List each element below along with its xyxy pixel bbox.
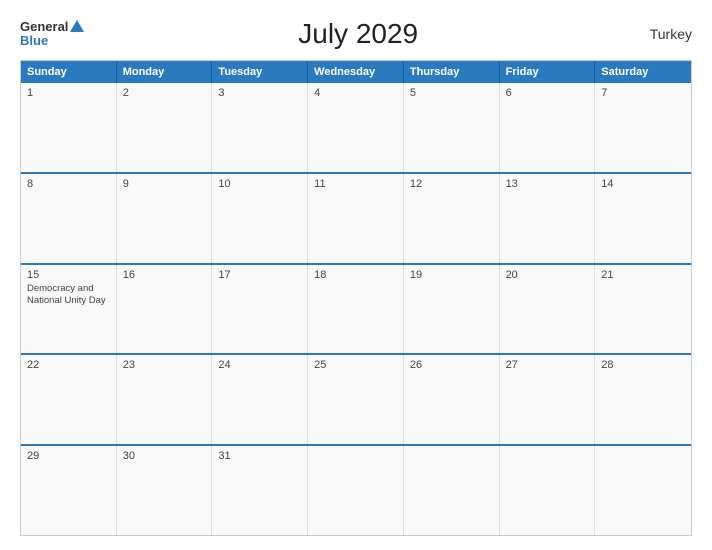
- day-number: 14: [601, 178, 685, 190]
- day-number: 29: [27, 450, 110, 462]
- day-cell-w3-d2[interactable]: 16: [117, 265, 213, 354]
- day-number: 31: [218, 450, 301, 462]
- logo-block: General Blue: [20, 20, 84, 49]
- day-cell-w2-d1[interactable]: 8: [21, 174, 117, 263]
- day-cell-w4-d6[interactable]: 27: [500, 355, 596, 444]
- day-cell-w3-d1[interactable]: 15 Democracy and National Unity Day: [21, 265, 117, 354]
- day-number: 5: [410, 87, 493, 99]
- day-number: 7: [601, 87, 685, 99]
- day-number: 9: [123, 178, 206, 190]
- day-cell-w5-d3[interactable]: 31: [212, 446, 308, 535]
- day-number: 15: [27, 269, 110, 281]
- day-cell-w1-d6[interactable]: 6: [500, 83, 596, 172]
- week-row-4: 22 23 24 25 26 27 28: [21, 353, 691, 444]
- day-cell-w1-d3[interactable]: 3: [212, 83, 308, 172]
- day-number: 19: [410, 269, 493, 281]
- day-cell-w5-d5[interactable]: [404, 446, 500, 535]
- day-number: 27: [506, 359, 589, 371]
- day-number: 2: [123, 87, 206, 99]
- day-cell-w5-d6[interactable]: [500, 446, 596, 535]
- day-cell-w4-d4[interactable]: 25: [308, 355, 404, 444]
- day-number: 11: [314, 178, 397, 190]
- header-wednesday: Wednesday: [308, 61, 404, 83]
- day-cell-w3-d6[interactable]: 20: [500, 265, 596, 354]
- header: General Blue July 2029 Turkey: [20, 18, 692, 50]
- day-number: 26: [410, 359, 493, 371]
- logo-triangle-icon: [70, 20, 84, 32]
- logo-top-row: General: [20, 20, 84, 34]
- header-friday: Friday: [500, 61, 596, 83]
- day-cell-w2-d2[interactable]: 9: [117, 174, 213, 263]
- day-cell-w5-d4[interactable]: [308, 446, 404, 535]
- day-cell-w5-d7[interactable]: [595, 446, 691, 535]
- logo-general-text: General: [20, 20, 68, 34]
- country-label: Turkey: [632, 26, 692, 42]
- day-headers-row: Sunday Monday Tuesday Wednesday Thursday…: [21, 61, 691, 83]
- day-cell-w2-d7[interactable]: 14: [595, 174, 691, 263]
- day-number: 23: [123, 359, 206, 371]
- header-monday: Monday: [117, 61, 213, 83]
- day-number: 17: [218, 269, 301, 281]
- day-cell-w3-d3[interactable]: 17: [212, 265, 308, 354]
- day-cell-w3-d5[interactable]: 19: [404, 265, 500, 354]
- day-cell-w4-d3[interactable]: 24: [212, 355, 308, 444]
- week-row-5: 29 30 31: [21, 444, 691, 535]
- day-number: 8: [27, 178, 110, 190]
- day-number: 30: [123, 450, 206, 462]
- week-row-2: 8 9 10 11 12 13 14: [21, 172, 691, 263]
- day-cell-w2-d3[interactable]: 10: [212, 174, 308, 263]
- day-number: 3: [218, 87, 301, 99]
- day-number: 10: [218, 178, 301, 190]
- day-number: 20: [506, 269, 589, 281]
- day-number: 24: [218, 359, 301, 371]
- page: General Blue July 2029 Turkey Sunday Mon…: [0, 0, 712, 550]
- header-tuesday: Tuesday: [212, 61, 308, 83]
- day-cell-w3-d4[interactable]: 18: [308, 265, 404, 354]
- day-cell-w1-d4[interactable]: 4: [308, 83, 404, 172]
- day-cell-w3-d7[interactable]: 21: [595, 265, 691, 354]
- day-cell-w5-d1[interactable]: 29: [21, 446, 117, 535]
- day-number: 12: [410, 178, 493, 190]
- day-cell-w2-d6[interactable]: 13: [500, 174, 596, 263]
- day-number: 4: [314, 87, 397, 99]
- event-label: Democracy and National Unity Day: [27, 283, 110, 308]
- logo-blue-text: Blue: [20, 34, 84, 48]
- calendar: Sunday Monday Tuesday Wednesday Thursday…: [20, 60, 692, 536]
- header-saturday: Saturday: [595, 61, 691, 83]
- day-number: 25: [314, 359, 397, 371]
- day-cell-w1-d7[interactable]: 7: [595, 83, 691, 172]
- logo: General Blue: [20, 20, 84, 49]
- day-cell-w5-d2[interactable]: 30: [117, 446, 213, 535]
- day-number: 21: [601, 269, 685, 281]
- day-cell-w2-d4[interactable]: 11: [308, 174, 404, 263]
- day-cell-w4-d7[interactable]: 28: [595, 355, 691, 444]
- day-cell-w4-d5[interactable]: 26: [404, 355, 500, 444]
- day-number: 6: [506, 87, 589, 99]
- day-number: 22: [27, 359, 110, 371]
- day-number: 16: [123, 269, 206, 281]
- day-number: 13: [506, 178, 589, 190]
- day-cell-w1-d1[interactable]: 1: [21, 83, 117, 172]
- day-number: 1: [27, 87, 110, 99]
- day-cell-w4-d2[interactable]: 23: [117, 355, 213, 444]
- day-cell-w2-d5[interactable]: 12: [404, 174, 500, 263]
- header-sunday: Sunday: [21, 61, 117, 83]
- week-row-1: 1234567: [21, 83, 691, 172]
- day-cell-w4-d1[interactable]: 22: [21, 355, 117, 444]
- weeks-container: 123456789101112131415Democracy and Natio…: [21, 83, 691, 535]
- day-cell-w1-d2[interactable]: 2: [117, 83, 213, 172]
- day-number: 28: [601, 359, 685, 371]
- day-number: 18: [314, 269, 397, 281]
- page-title: July 2029: [84, 18, 632, 50]
- week-row-3: 15 Democracy and National Unity Day 16 17 18…: [21, 263, 691, 354]
- header-thursday: Thursday: [404, 61, 500, 83]
- day-cell-w1-d5[interactable]: 5: [404, 83, 500, 172]
